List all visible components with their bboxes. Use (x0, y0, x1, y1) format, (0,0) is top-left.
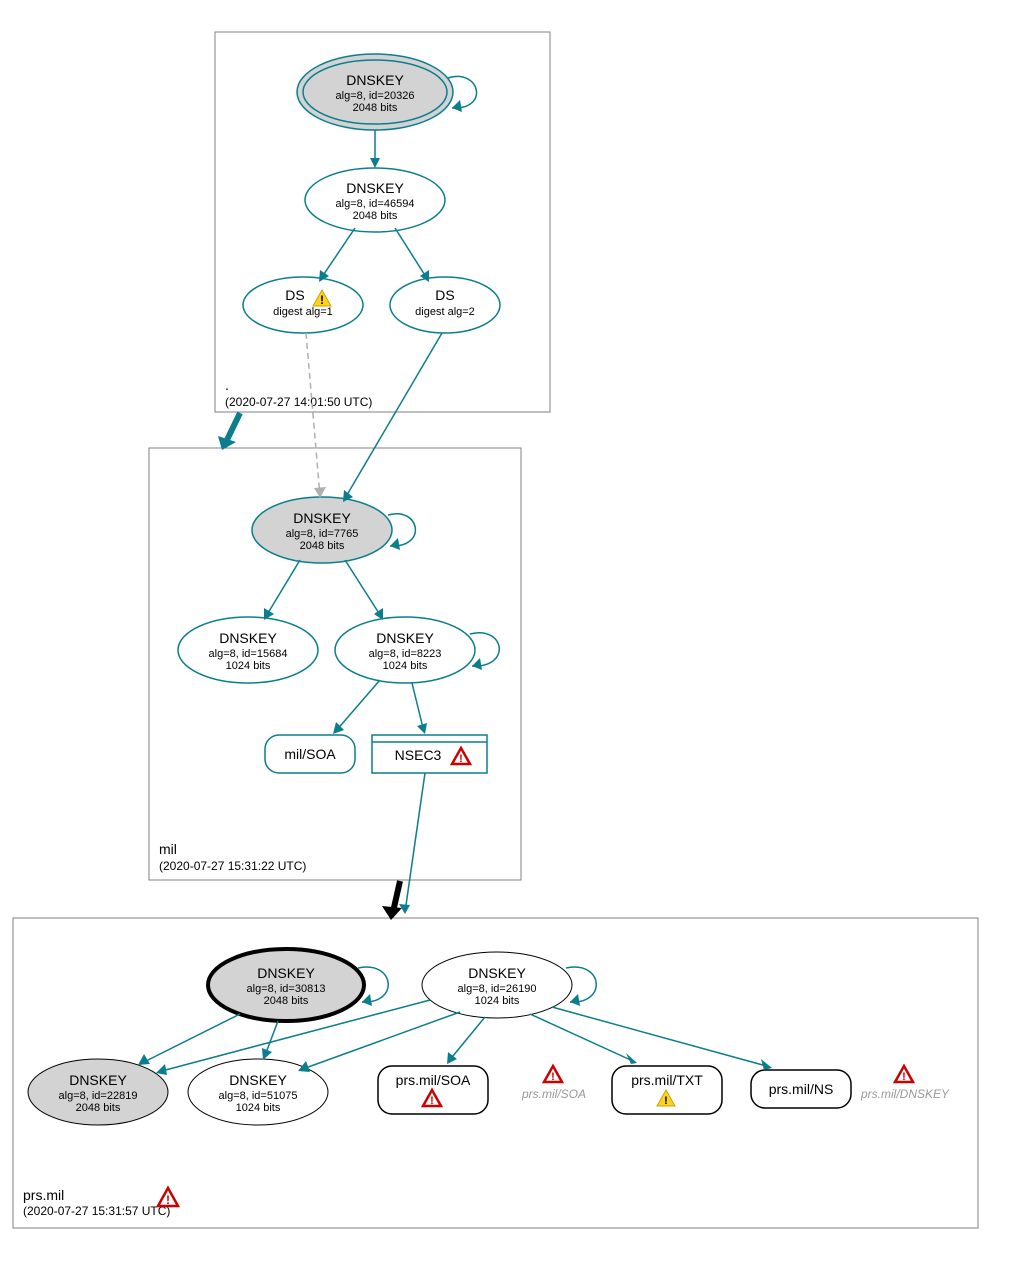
edge-key2-txt (530, 1014, 635, 1062)
edge-milksk-zsk1 (265, 560, 300, 618)
svg-text:prs.mil/TXT: prs.mil/TXT (631, 1072, 703, 1088)
svg-text:2048 bits: 2048 bits (353, 210, 398, 222)
svg-text:alg=8, id=30813: alg=8, id=30813 (247, 983, 326, 995)
zone-mil-date: (2020-07-27 15:31:22 UTC) (159, 859, 306, 873)
svg-text:alg=8, id=51075: alg=8, id=51075 (219, 1090, 298, 1102)
zone-root-label: . (225, 377, 229, 393)
svg-text:DNSKEY: DNSKEY (346, 72, 404, 88)
node-prsmil-key2[interactable]: DNSKEY alg=8, id=26190 1024 bits (422, 952, 572, 1018)
svg-text:!: ! (430, 1095, 434, 1107)
node-root-zsk[interactable]: DNSKEY alg=8, id=46594 2048 bits (305, 168, 445, 232)
svg-text:1024 bits: 1024 bits (236, 1102, 281, 1114)
svg-text:!: ! (320, 293, 324, 307)
edge-ds1-milksk (306, 333, 320, 496)
node-mil-ksk[interactable]: DNSKEY alg=8, id=7765 2048 bits (252, 497, 392, 563)
svg-text:alg=8, id=8223: alg=8, id=8223 (369, 648, 442, 660)
node-root-ds2[interactable]: DS digest alg=2 (390, 277, 500, 333)
svg-text:!: ! (902, 1071, 906, 1083)
svg-text:!: ! (551, 1071, 555, 1083)
node-mil-soa[interactable]: mil/SOA (265, 735, 355, 773)
node-root-ds1[interactable]: DS digest alg=1 ! (243, 277, 363, 333)
node-prsmil-soa-ghost: prs.mil/SOA (521, 1087, 586, 1101)
node-mil-nsec3[interactable]: NSEC3 ! (372, 735, 487, 773)
svg-text:prs.mil/SOA: prs.mil/SOA (396, 1072, 471, 1088)
edge-key2-ns (552, 1007, 770, 1067)
node-mil-zsk1[interactable]: DNSKEY alg=8, id=15684 1024 bits (178, 617, 318, 683)
svg-text:digest alg=1: digest alg=1 (273, 306, 333, 318)
svg-text:DS: DS (435, 287, 454, 303)
svg-text:NSEC3: NSEC3 (395, 747, 442, 763)
svg-text:DNSKEY: DNSKEY (376, 630, 434, 646)
error-icon: ! (544, 1066, 562, 1083)
error-icon: ! (158, 1188, 178, 1207)
edge-zsk2-soa (335, 680, 380, 732)
node-prsmil-ksk[interactable]: DNSKEY alg=8, id=30813 2048 bits (208, 949, 364, 1021)
edge-root-zsk-ds2 (395, 228, 428, 280)
edge-milksk-zsk2 (345, 560, 382, 618)
svg-text:DNSKEY: DNSKEY (229, 1072, 287, 1088)
svg-text:DNSKEY: DNSKEY (219, 630, 277, 646)
svg-text:alg=8, id=7765: alg=8, id=7765 (286, 528, 359, 540)
svg-text:mil/SOA: mil/SOA (284, 746, 336, 762)
node-prsmil-txt[interactable]: prs.mil/TXT ! (612, 1066, 722, 1114)
svg-text:DNSKEY: DNSKEY (346, 180, 404, 196)
edge-root-zsk-ds1 (320, 228, 355, 280)
zone-root-date: (2020-07-27 14:01:50 UTC) (225, 395, 372, 409)
node-prsmil-ns[interactable]: prs.mil/NS (751, 1070, 851, 1108)
svg-text:alg=8, id=15684: alg=8, id=15684 (209, 648, 288, 660)
svg-text:2048 bits: 2048 bits (76, 1102, 121, 1114)
edge-ds2-milksk (344, 333, 442, 500)
error-icon: ! (895, 1066, 913, 1083)
node-prsmil-dnskey-ghost: prs.mil/DNSKEY (860, 1087, 950, 1101)
svg-text:1024 bits: 1024 bits (226, 660, 271, 672)
svg-text:2048 bits: 2048 bits (264, 995, 309, 1007)
edge-key2-soa (448, 1017, 485, 1062)
zone-prsmil-label: prs.mil (23, 1187, 64, 1203)
svg-text:!: ! (459, 753, 463, 765)
svg-text:alg=8, id=26190: alg=8, id=26190 (458, 983, 537, 995)
svg-text:1024 bits: 1024 bits (475, 995, 520, 1007)
svg-text:2048 bits: 2048 bits (353, 102, 398, 114)
svg-text:!: ! (166, 1193, 170, 1207)
svg-text:2048 bits: 2048 bits (300, 540, 345, 552)
svg-text:alg=8, id=20326: alg=8, id=20326 (336, 90, 415, 102)
svg-text:DNSKEY: DNSKEY (293, 510, 351, 526)
svg-text:DS: DS (285, 287, 304, 303)
svg-text:DNSKEY: DNSKEY (257, 965, 315, 981)
svg-text:digest alg=2: digest alg=2 (415, 306, 475, 318)
zone-mil-label: mil (159, 841, 177, 857)
edge-key2-key4 (300, 1012, 460, 1070)
node-prsmil-soa[interactable]: prs.mil/SOA ! (378, 1066, 488, 1114)
svg-text:DNSKEY: DNSKEY (69, 1072, 127, 1088)
edge-ksk-key3 (140, 1014, 240, 1064)
node-root-ksk[interactable]: DNSKEY alg=8, id=20326 2048 bits (297, 54, 453, 130)
node-mil-zsk2[interactable]: DNSKEY alg=8, id=8223 1024 bits (335, 617, 475, 683)
node-prsmil-key3[interactable]: DNSKEY alg=8, id=22819 2048 bits (28, 1059, 168, 1125)
zone-prsmil-date: (2020-07-27 15:31:57 UTC) (23, 1204, 170, 1218)
svg-text:alg=8, id=46594: alg=8, id=46594 (336, 198, 415, 210)
dnssec-graph: . (2020-07-27 14:01:50 UTC) DNSKEY alg=8… (0, 0, 1023, 1274)
svg-text:!: ! (664, 1095, 668, 1107)
svg-text:alg=8, id=22819: alg=8, id=22819 (59, 1090, 138, 1102)
svg-text:prs.mil/NS: prs.mil/NS (769, 1081, 834, 1097)
svg-text:DNSKEY: DNSKEY (468, 965, 526, 981)
edge-nsec3-down (405, 773, 425, 912)
svg-text:1024 bits: 1024 bits (383, 660, 428, 672)
